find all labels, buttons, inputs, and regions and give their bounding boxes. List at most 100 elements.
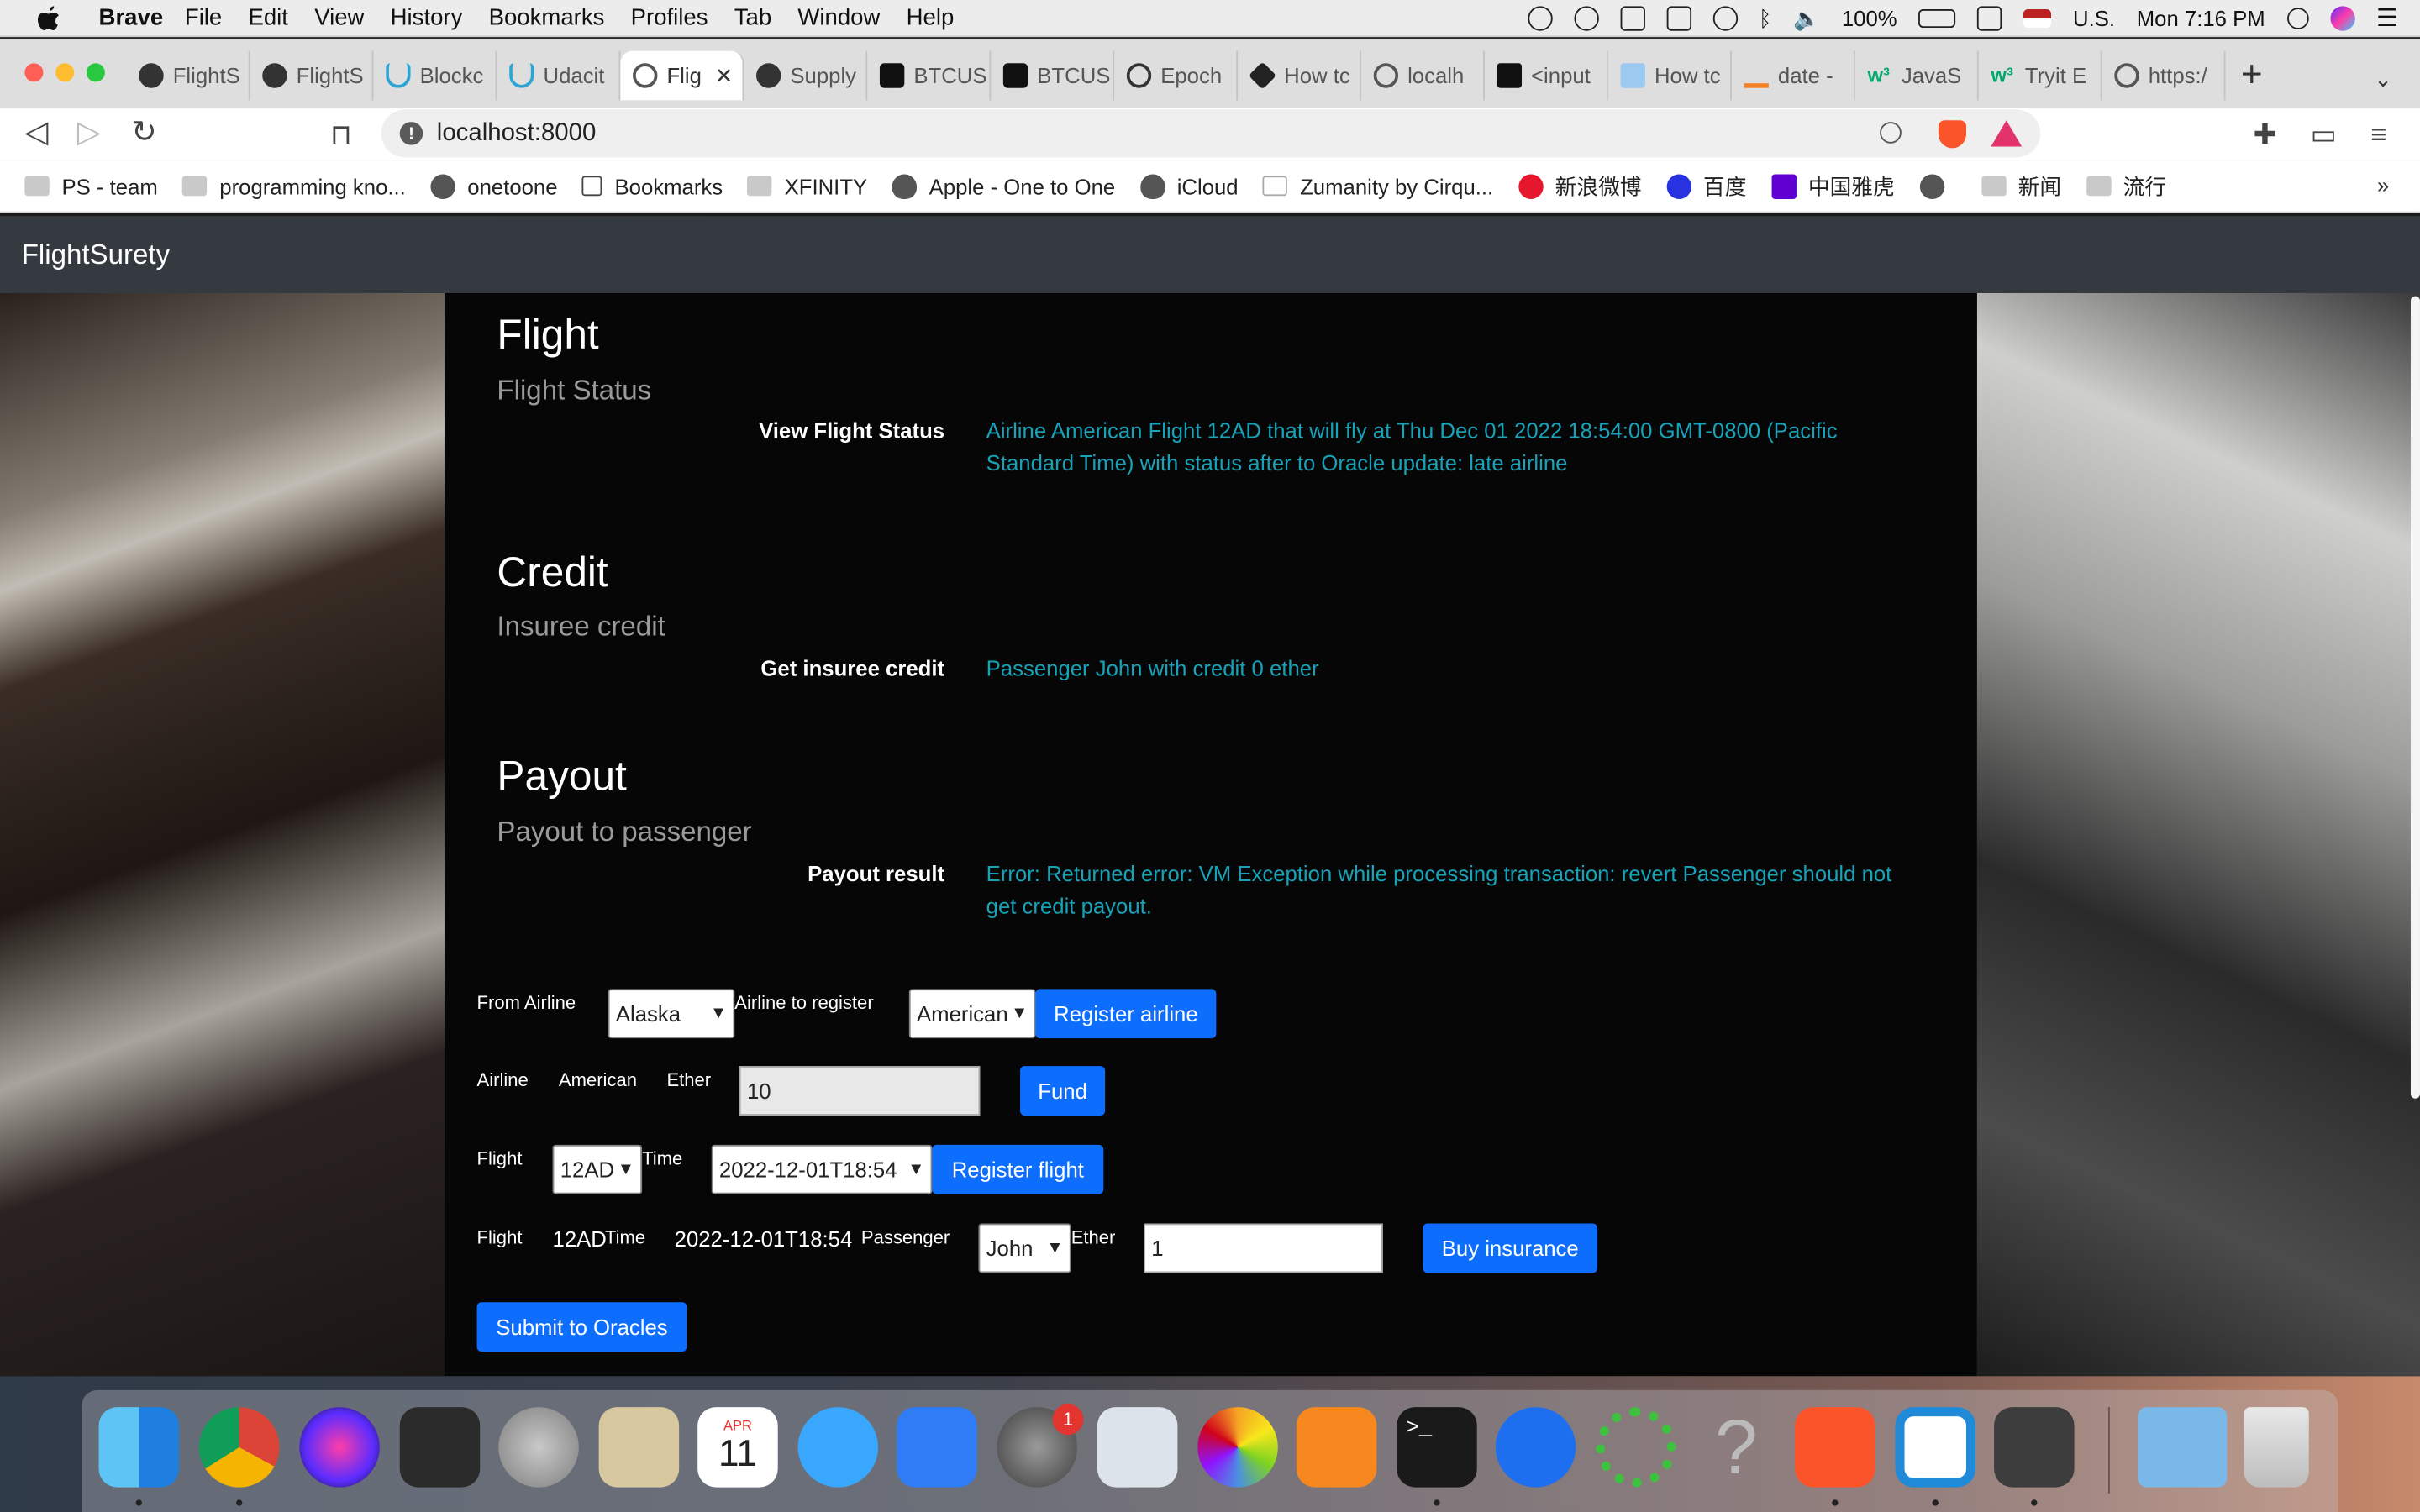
- bookmark-page-icon[interactable]: ⊓: [330, 120, 358, 148]
- buy-ether-input[interactable]: 1: [1144, 1223, 1383, 1273]
- menu-profiles[interactable]: Profiles: [631, 5, 708, 31]
- menu-view[interactable]: View: [314, 5, 364, 31]
- photos-icon[interactable]: [1197, 1407, 1278, 1488]
- tab-input-mdn[interactable]: <input: [1485, 50, 1608, 101]
- more-bookmarks-icon[interactable]: »: [2377, 173, 2389, 197]
- time-machine-icon[interactable]: [1712, 6, 1738, 31]
- tab-flightsurety-github-2[interactable]: FlightS: [250, 50, 374, 101]
- sourcetree-icon[interactable]: [1495, 1407, 1576, 1488]
- page-scrollbar[interactable]: [2410, 296, 2420, 1099]
- input-source[interactable]: U.S.: [2073, 6, 2115, 30]
- bookmark-apple-one-to-one[interactable]: Apple - One to One: [892, 173, 1115, 199]
- bookmark-baidu[interactable]: 百度: [1665, 171, 1746, 202]
- close-tab-icon[interactable]: ✕: [715, 62, 734, 88]
- messages-icon[interactable]: [797, 1407, 879, 1488]
- siri-icon[interactable]: [2329, 6, 2355, 31]
- reload-button[interactable]: ↻: [131, 118, 157, 149]
- status-app-icon[interactable]: [1527, 6, 1552, 31]
- mission-control-icon[interactable]: [399, 1407, 481, 1488]
- tab-blockchain-udacity[interactable]: Blockc: [373, 50, 497, 101]
- spotlight-icon[interactable]: [2286, 8, 2309, 29]
- tab-search-chevron-icon[interactable]: ⌄: [2374, 66, 2392, 92]
- activity-ring-icon[interactable]: [1596, 1407, 1676, 1488]
- onepassword-icon[interactable]: [1573, 6, 1598, 31]
- bookmark-yahoo-china[interactable]: 中国雅虎: [1770, 171, 1895, 202]
- bookmark-zumanity[interactable]: Zumanity by Cirqu...: [1263, 174, 1493, 198]
- calendar-icon[interactable]: APR 11: [697, 1407, 778, 1488]
- tab-https[interactable]: https:/: [2102, 50, 2226, 101]
- submit-to-oracles-button[interactable]: Submit to Oracles: [476, 1302, 687, 1352]
- bookmark-ps-team[interactable]: PS - team: [24, 174, 158, 198]
- app-menu-brave[interactable]: Brave: [99, 5, 164, 31]
- volume-icon[interactable]: 🔈: [1793, 5, 1820, 31]
- evernote-icon[interactable]: [1665, 6, 1691, 31]
- menu-help[interactable]: Help: [907, 5, 955, 31]
- books-icon[interactable]: [1296, 1407, 1377, 1488]
- airplay-icon[interactable]: [1977, 6, 2002, 31]
- flag-icon[interactable]: [2023, 9, 2052, 29]
- menu-file[interactable]: File: [185, 5, 222, 31]
- menu-window[interactable]: Window: [797, 5, 880, 31]
- menu-edit[interactable]: Edit: [248, 5, 287, 31]
- siri-icon[interactable]: [299, 1407, 380, 1488]
- tab-how-to-2[interactable]: How tc: [1608, 50, 1732, 101]
- buy-insurance-button[interactable]: Buy insurance: [1423, 1223, 1598, 1273]
- menu-tab[interactable]: Tab: [734, 5, 771, 31]
- battery-icon[interactable]: [1918, 9, 1956, 29]
- bookmark-popular[interactable]: 流行: [2086, 171, 2166, 202]
- more-menu-icon[interactable]: ≡: [2370, 120, 2398, 148]
- brave-rewards-icon[interactable]: [1991, 120, 2023, 147]
- tab-btcusd-1[interactable]: BTCUS: [867, 50, 992, 101]
- preview-icon[interactable]: [1097, 1407, 1178, 1488]
- brave-icon[interactable]: [1795, 1407, 1876, 1488]
- tab-flightsurety-github-1[interactable]: FlightS: [127, 50, 250, 101]
- bookmark-news[interactable]: 新闻: [1981, 171, 2061, 202]
- tab-epoch[interactable]: Epoch: [1114, 50, 1239, 101]
- back-button[interactable]: ◁: [24, 118, 48, 149]
- site-info-icon[interactable]: !: [399, 122, 424, 145]
- notification-center-icon[interactable]: ☰: [2376, 3, 2398, 34]
- keynote-icon[interactable]: [897, 1407, 977, 1488]
- tab-btcusd-2[interactable]: BTCUS: [991, 50, 1115, 101]
- time-select[interactable]: 2022-12-01T18:54 ▼: [711, 1144, 933, 1194]
- help-icon[interactable]: ?: [1697, 1407, 1777, 1488]
- bookmark-programming[interactable]: programming kno...: [182, 174, 406, 198]
- tab-date-stackoverflow[interactable]: date -: [1732, 50, 1855, 101]
- bookmark-globe[interactable]: [1919, 173, 1956, 199]
- bookmark-xfinity[interactable]: XFINITY: [747, 174, 867, 198]
- finder-icon[interactable]: [98, 1407, 180, 1488]
- fund-ether-input[interactable]: 10: [739, 1066, 981, 1116]
- extensions-icon[interactable]: ✚: [2254, 120, 2281, 148]
- fund-button[interactable]: Fund: [1020, 1066, 1106, 1116]
- airline-to-register-select[interactable]: American ▼: [908, 989, 1036, 1039]
- tab-supply-github[interactable]: Supply: [744, 50, 868, 101]
- close-window-icon[interactable]: [24, 63, 44, 82]
- bookmark-onetoone[interactable]: onetoone: [430, 173, 558, 199]
- sublime-text-icon[interactable]: [1994, 1407, 2075, 1488]
- address-bar[interactable]: ! localhost:8000: [381, 109, 2041, 158]
- mail-icon[interactable]: [598, 1407, 680, 1488]
- zoom-icon[interactable]: [1880, 122, 1902, 144]
- shield-status-icon[interactable]: [1619, 6, 1645, 31]
- chrome-icon[interactable]: [198, 1407, 280, 1488]
- bluetooth-icon[interactable]: ᛒ: [1759, 6, 1771, 30]
- applications-folder-icon[interactable]: [2137, 1407, 2228, 1488]
- forward-button[interactable]: ▷: [77, 118, 101, 149]
- apple-menu-icon[interactable]: [34, 4, 65, 32]
- register-flight-button[interactable]: Register flight: [932, 1144, 1104, 1194]
- bookmark-weibo[interactable]: 新浪微博: [1518, 171, 1642, 202]
- terminal-icon[interactable]: >_: [1397, 1407, 1477, 1488]
- menu-bookmarks[interactable]: Bookmarks: [489, 5, 605, 31]
- menu-clock[interactable]: Mon 7:16 PM: [2137, 6, 2265, 30]
- passenger-select[interactable]: John ▼: [978, 1223, 1071, 1273]
- site-brand[interactable]: FlightSurety: [22, 239, 170, 272]
- launchpad-icon[interactable]: [498, 1407, 579, 1488]
- vscode-icon[interactable]: [1895, 1407, 1976, 1488]
- wallet-icon[interactable]: ▭: [2311, 120, 2338, 148]
- bookmark-bookmarks[interactable]: Bookmarks: [581, 174, 723, 198]
- brave-shields-icon[interactable]: [1938, 120, 1966, 149]
- url-text[interactable]: localhost:8000: [437, 119, 597, 147]
- new-tab-button[interactable]: +: [2241, 56, 2263, 94]
- zoom-window-icon[interactable]: [86, 63, 105, 82]
- tab-udacity[interactable]: Udacit: [497, 50, 621, 101]
